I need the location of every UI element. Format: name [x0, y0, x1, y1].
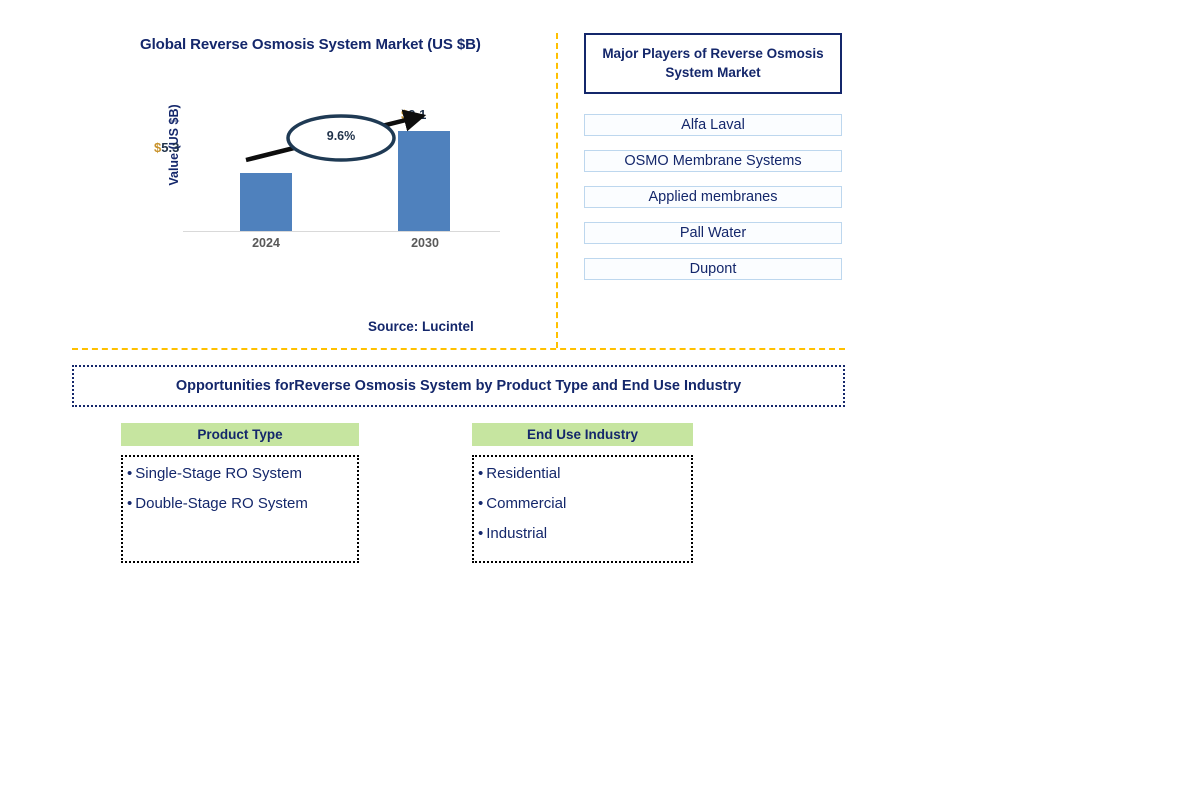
list-item-label: Double-Stage RO System [135, 495, 308, 512]
list-item: • Commercial [478, 496, 691, 511]
major-players-header: Major Players of Reverse Osmosis System … [584, 33, 842, 94]
major-players-panel: Major Players of Reverse Osmosis System … [584, 33, 842, 280]
segment-header-product-type: Product Type [121, 423, 359, 446]
bar-chart: Value (US $B) $5.3 $9.1 9.6% 2024 2030 [154, 100, 500, 255]
list-item: • Single-Stage RO System [127, 466, 357, 481]
player-item-alfa-laval: Alfa Laval [584, 114, 842, 136]
segment-list-end-use-industry: • Residential • Commercial • Industrial [472, 455, 693, 563]
list-item: • Industrial [478, 526, 691, 541]
segment-end-use-industry: End Use Industry • Residential • Commercia… [472, 423, 693, 563]
infographic-canvas: Global Reverse Osmosis System Market (US… [0, 0, 1186, 812]
bullet-icon: • [478, 495, 484, 512]
list-item: • Residential [478, 466, 691, 481]
list-item-label: Single-Stage RO System [135, 465, 303, 482]
bullet-icon: • [127, 495, 133, 512]
chart-plot-area: $5.3 $9.1 9.6% 2024 2030 [154, 100, 500, 250]
bullet-icon: • [478, 525, 484, 542]
chart-title: Global Reverse Osmosis System Market (US… [140, 36, 481, 53]
list-item-label: Commercial [486, 495, 567, 512]
opportunities-banner-text: Opportunities forReverse Osmosis System … [175, 378, 742, 394]
player-item-pall-water: Pall Water [584, 222, 842, 244]
horizontal-divider [72, 348, 845, 350]
growth-rate-label: 9.6% [326, 129, 356, 143]
x-tick-2030: 2030 [411, 236, 439, 250]
vertical-divider [556, 33, 558, 348]
source-note: Source: Lucintel [368, 319, 474, 334]
bullet-icon: • [478, 465, 484, 482]
segment-header-end-use-industry: End Use Industry [472, 423, 693, 446]
list-item: • Double-Stage RO System [127, 496, 357, 511]
opportunities-banner: Opportunities forReverse Osmosis System … [72, 365, 845, 407]
player-item-applied-membranes: Applied membranes [584, 186, 842, 208]
bar-value-label-2024: $5.3 [154, 140, 179, 155]
list-item-label: Industrial [486, 525, 548, 542]
bar-value-2024: 5.3 [161, 140, 180, 155]
x-tick-2024: 2024 [252, 236, 280, 250]
player-item-osmo-membrane-systems: OSMO Membrane Systems [584, 150, 842, 172]
list-item-label: Residential [486, 465, 561, 482]
growth-arrow-graphic [245, 109, 427, 163]
segment-product-type: Product Type • Single-Stage RO System • Do… [121, 423, 359, 563]
segment-list-product-type: • Single-Stage RO System • Double-Stage RO… [121, 455, 359, 563]
bullet-icon: • [127, 465, 133, 482]
player-item-dupont: Dupont [584, 258, 842, 280]
